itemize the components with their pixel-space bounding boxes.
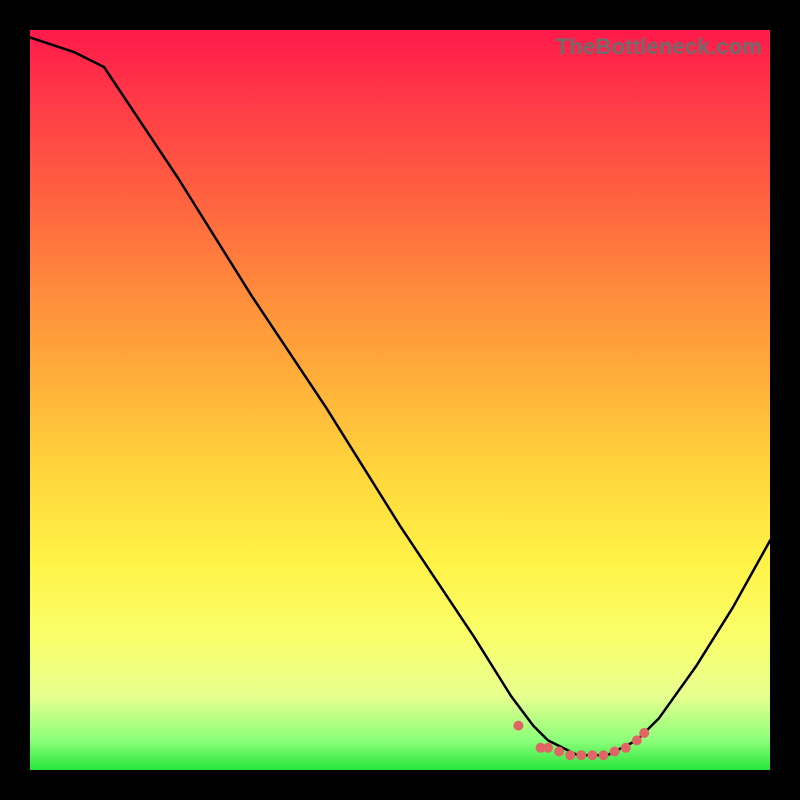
chart-frame: TheBottleneck.com xyxy=(30,30,770,770)
sweet-spot-dot xyxy=(554,747,564,757)
chart-svg xyxy=(30,30,770,770)
sweet-spot-dot xyxy=(543,743,553,753)
sweet-spot-dot xyxy=(599,750,609,760)
watermark-text: TheBottleneck.com xyxy=(556,34,762,60)
sweet-spot-dot xyxy=(610,747,620,757)
sweet-spot-dot xyxy=(513,721,523,731)
sweet-spot-dot xyxy=(565,750,575,760)
sweet-spot-dot xyxy=(576,750,586,760)
sweet-spot-dot xyxy=(587,750,597,760)
sweet-spot-dot xyxy=(639,728,649,738)
sweet-spot-dot xyxy=(632,735,642,745)
bottleneck-curve xyxy=(30,37,770,755)
sweet-spot-dot xyxy=(621,743,631,753)
